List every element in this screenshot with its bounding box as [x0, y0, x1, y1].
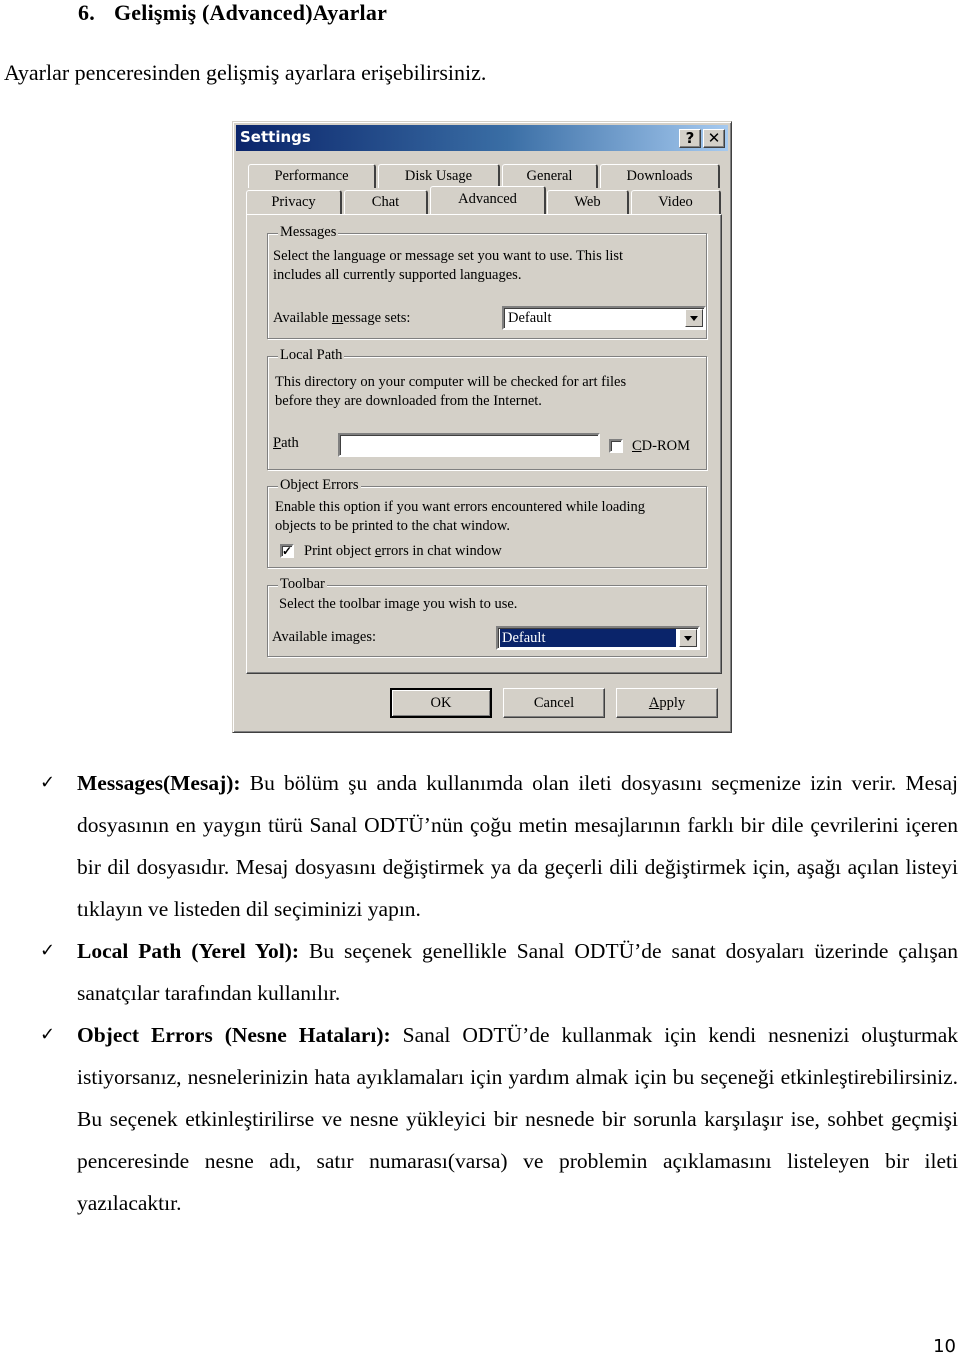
path-input[interactable] — [338, 433, 600, 457]
message-sets-value: Default — [508, 310, 552, 326]
message-sets-label: Available message sets: — [273, 310, 411, 326]
bullet-term: Object Errors (Nesne Hataları): — [77, 1023, 391, 1047]
bullet-local-path: ✓ Local Path (Yerel Yol): Bu seçenek gene… — [40, 930, 958, 1014]
toolbar-description: Select the toolbar image you wish to use… — [279, 596, 518, 612]
bullet-object-errors: ✓ Object Errors (Nesne Hataları): Sanal O… — [40, 1014, 958, 1224]
bullet-term: Local Path (Yerel Yol): — [77, 939, 300, 963]
tab-web[interactable]: Web — [547, 190, 629, 214]
checkmark-icon: ✓ — [40, 940, 56, 961]
help-button[interactable]: ? — [679, 129, 701, 148]
checkmark-icon: ✓ — [40, 772, 56, 793]
print-object-errors-checkbox[interactable]: ✓ — [280, 544, 294, 558]
available-images-label: Available images: — [272, 629, 377, 645]
section-number: 6. — [78, 0, 95, 25]
path-label: Path — [273, 435, 299, 451]
local-path-description-line2: before they are downloaded from the Inte… — [275, 393, 542, 409]
tab-disk-usage[interactable]: Disk Usage — [378, 164, 500, 188]
chevron-down-icon[interactable] — [679, 629, 697, 647]
dialog-title: Settings — [240, 128, 311, 146]
tab-general[interactable]: General — [502, 164, 598, 188]
object-errors-legend: Object Errors — [278, 477, 361, 494]
section-heading: 6. Gelişmiş (Advanced)Ayarlar — [78, 0, 387, 26]
cancel-button[interactable]: Cancel — [503, 688, 605, 718]
object-errors-description-line2: objects to be printed to the chat window… — [275, 518, 511, 534]
toolbar-legend: Toolbar — [278, 576, 327, 593]
ok-button[interactable]: OK — [390, 688, 492, 718]
cdrom-checkbox[interactable] — [609, 439, 623, 453]
title-bar[interactable]: Settings ? ✕ — [236, 125, 728, 151]
tab-video[interactable]: Video — [631, 190, 721, 214]
apply-button[interactable]: Apply — [616, 688, 718, 718]
messages-legend: Messages — [278, 224, 339, 241]
close-icon: ✕ — [707, 129, 721, 147]
checkmark-icon: ✓ — [40, 1024, 56, 1045]
available-images-value: Default — [500, 629, 676, 647]
messages-description-line1: Select the language or message set you w… — [273, 248, 624, 264]
local-path-description-line1: This directory on your computer will be … — [275, 374, 627, 390]
bullet-text: Sanal ODTÜ’de kullanmak için kendi nesne… — [77, 1023, 958, 1215]
messages-group: Messages Select the language or message … — [267, 224, 707, 339]
message-sets-dropdown[interactable]: Default — [502, 306, 706, 330]
messages-description-line2: includes all currently supported languag… — [273, 267, 522, 283]
local-path-legend: Local Path — [278, 347, 345, 364]
chevron-down-icon[interactable] — [685, 309, 703, 327]
close-button[interactable]: ✕ — [703, 129, 725, 148]
available-images-dropdown[interactable]: Default — [496, 626, 700, 650]
page-number: 10 — [933, 1336, 956, 1357]
advanced-tab-panel: Messages Select the language or message … — [246, 214, 722, 674]
print-object-errors-label: Print object rrors in chat windowerrors … — [304, 543, 502, 559]
tab-performance[interactable]: Performance — [248, 164, 376, 188]
checkmark-icon: ✓ — [282, 544, 293, 558]
bullet-term: Messages(Mesaj): — [77, 771, 241, 795]
intro-paragraph: Ayarlar penceresinden gelişmiş ayarlara … — [4, 60, 487, 85]
bullet-list: ✓ Messages(Mesaj): Bu bölüm şu anda kulla… — [40, 762, 958, 1224]
tab-chat[interactable]: Chat — [344, 190, 428, 214]
local-path-group: Local Path This directory on your comput… — [267, 347, 707, 470]
object-errors-description-line1: Enable this option if you want errors en… — [275, 499, 646, 515]
tab-downloads[interactable]: Downloads — [600, 164, 720, 188]
bullet-messages: ✓ Messages(Mesaj): Bu bölüm şu anda kulla… — [40, 762, 958, 930]
tab-privacy[interactable]: Privacy — [246, 190, 342, 214]
object-errors-group: Object Errors Enable this option if you … — [267, 477, 707, 568]
toolbar-group: Toolbar Select the toolbar image you wis… — [267, 576, 707, 657]
cdrom-label: CD-ROM — [632, 438, 691, 454]
tab-advanced[interactable]: Advanced — [430, 186, 546, 214]
section-title: Gelişmiş (Advanced)Ayarlar — [114, 0, 388, 25]
